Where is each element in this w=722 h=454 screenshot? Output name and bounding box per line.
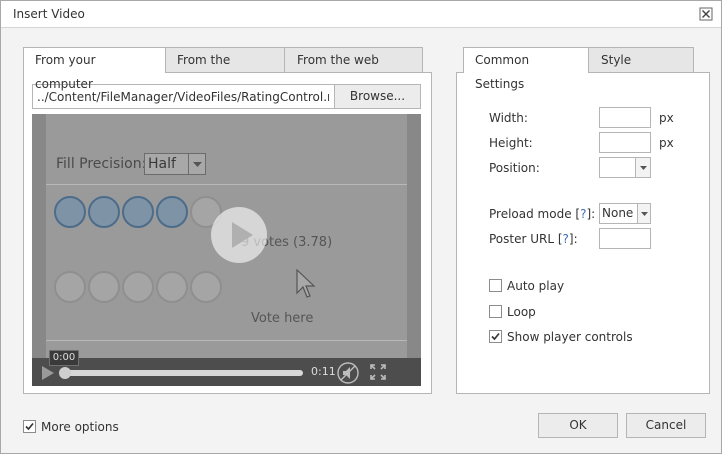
play-icon[interactable]: [40, 365, 56, 384]
chevron-down-icon: [188, 154, 205, 174]
fullscreen-icon[interactable]: [370, 364, 386, 383]
fill-precision-select: Half: [144, 153, 206, 175]
height-label: Height:: [489, 136, 533, 150]
checkmark-icon: [25, 422, 34, 431]
position-select[interactable]: [599, 157, 651, 178]
tab-from-the-web[interactable]: From the web (URL): [284, 47, 423, 91]
checkmark-icon: [491, 332, 500, 341]
height-unit: px: [659, 136, 674, 150]
star-filled-icon: [88, 196, 120, 228]
width-field[interactable]: [599, 107, 651, 128]
close-icon[interactable]: [699, 7, 713, 21]
poster-help-link[interactable]: ?: [563, 232, 569, 246]
more-options-label: More options: [41, 420, 119, 434]
chevron-down-icon: [635, 158, 650, 177]
mouse-cursor-icon: [296, 268, 316, 302]
time-tooltip: 0:00: [49, 350, 79, 366]
ok-button[interactable]: OK: [538, 413, 618, 438]
show-player-controls-label: Show player controls: [507, 330, 633, 344]
fill-precision-value: Half: [148, 156, 176, 172]
video-preview[interactable]: Fill Precision: Half 9 votes (3.78) Vote…: [32, 114, 421, 386]
chevron-down-icon: [637, 204, 650, 223]
star-empty-icon: [156, 271, 188, 303]
vote-here-text: Vote here: [251, 311, 314, 326]
title-bar: Insert Video: [1, 1, 721, 28]
show-player-controls-checkbox[interactable]: [489, 330, 502, 343]
star-empty-icon: [88, 271, 120, 303]
width-label: Width:: [489, 111, 528, 125]
tab-from-the-gallery[interactable]: From the gallery: [165, 47, 285, 91]
browse-button[interactable]: Browse...: [334, 85, 420, 108]
divider: [46, 184, 407, 185]
preload-help-link[interactable]: ?: [580, 207, 586, 221]
settings-panel: Width: px Height: px Position: Preload m…: [456, 72, 710, 394]
poster-url-field[interactable]: [599, 228, 651, 249]
star-filled-icon: [54, 196, 86, 228]
poster-url-label: Poster URL [?]:: [489, 232, 578, 246]
width-unit: px: [659, 111, 674, 125]
height-field[interactable]: [599, 132, 651, 153]
mute-icon[interactable]: [336, 361, 360, 386]
tab-style-settings[interactable]: Style Settings: [588, 47, 694, 91]
auto-play-label: Auto play: [507, 279, 565, 293]
preload-mode-value: None: [602, 206, 634, 220]
more-options-checkbox[interactable]: [23, 420, 36, 433]
auto-play-checkbox[interactable]: [489, 279, 502, 292]
source-tabs: From your computer From the gallery From…: [23, 47, 423, 91]
play-overlay-icon[interactable]: [211, 207, 267, 263]
progress-knob[interactable]: [59, 367, 71, 379]
star-empty-icon: [190, 271, 222, 303]
video-frame: Fill Precision: Half 9 votes (3.78) Vote…: [46, 114, 407, 386]
poster-url-label-text: Poster URL: [489, 232, 555, 246]
preload-mode-label: Preload mode [?]:: [489, 207, 596, 221]
insert-video-dialog: Insert Video From your computer From the…: [0, 0, 722, 454]
tab-common-settings[interactable]: Common Settings: [463, 47, 589, 91]
preload-mode-label-text: Preload mode: [489, 207, 572, 221]
preload-mode-select[interactable]: None: [599, 203, 651, 224]
divider: [46, 340, 407, 341]
tab-from-your-computer[interactable]: From your computer: [23, 47, 166, 91]
star-empty-icon: [122, 271, 154, 303]
duration-text: 0:11: [311, 365, 336, 378]
loop-label: Loop: [507, 305, 536, 319]
star-filled-icon: [122, 196, 154, 228]
loop-checkbox[interactable]: [489, 305, 502, 318]
fill-precision-label: Fill Precision:: [56, 156, 147, 172]
star-filled-icon: [156, 196, 188, 228]
star-empty-icon: [54, 271, 86, 303]
settings-tabs: Common Settings Style Settings: [463, 47, 694, 91]
progress-bar[interactable]: [60, 370, 303, 376]
dialog-title: Insert Video: [13, 7, 85, 21]
source-panel: Browse... Fill Precision: Half 9 votes (…: [23, 72, 432, 394]
player-controls: 0:11: [32, 358, 421, 386]
position-label: Position:: [489, 161, 540, 175]
cancel-button[interactable]: Cancel: [626, 413, 706, 438]
